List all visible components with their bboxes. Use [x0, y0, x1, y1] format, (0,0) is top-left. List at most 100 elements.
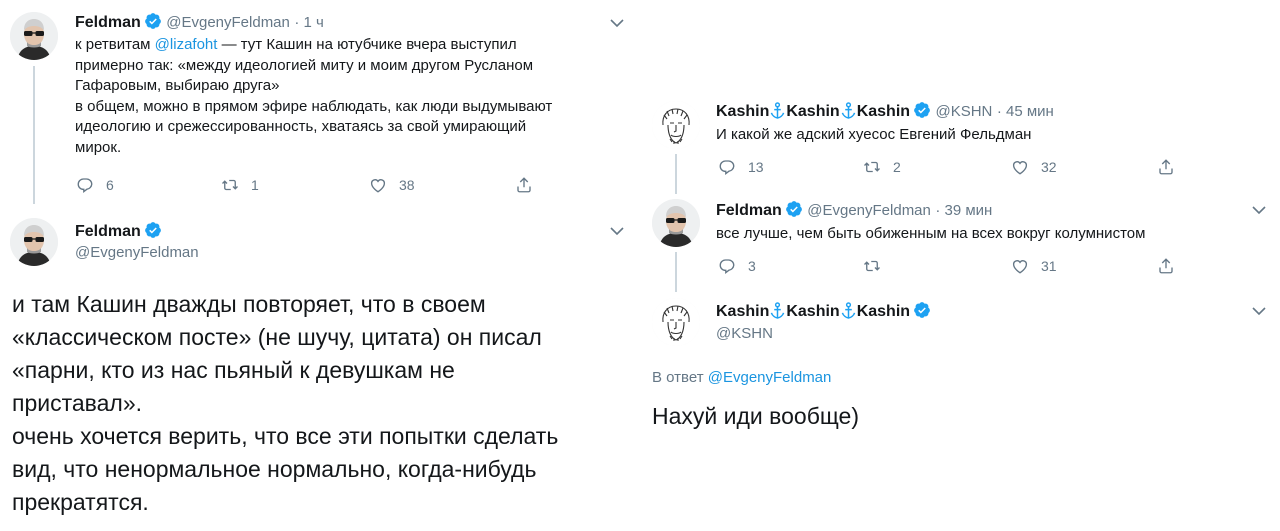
share-icon: [515, 176, 533, 194]
heart-icon: [1011, 257, 1029, 275]
left-screenshot: Feldman @EvgenyFeldman · 1 ч к ретвитам …: [0, 0, 640, 531]
retweet-button[interactable]: [863, 257, 1011, 275]
heart-icon: [1011, 158, 1029, 176]
reply-count: 6: [106, 177, 114, 193]
retweet-button[interactable]: 1: [221, 176, 369, 194]
anchor-icon: [770, 102, 785, 119]
author-name[interactable]: Feldman: [75, 223, 141, 240]
like-button[interactable]: 31: [1011, 257, 1157, 275]
chevron-down-icon[interactable]: [1252, 306, 1266, 316]
retweet-button[interactable]: 2: [863, 158, 1011, 176]
share-icon: [1157, 158, 1175, 176]
retweet-icon: [221, 176, 239, 194]
like-count: 38: [399, 177, 415, 193]
tweet-actions: 13 2 32: [718, 158, 1188, 176]
right-screenshot: Kashin Kashin Kashin @KSHN · 45 мин И како…: [640, 0, 1280, 531]
retweet-icon: [863, 257, 881, 275]
mention-link[interactable]: @lizafoht: [155, 36, 218, 53]
reply-button[interactable]: 3: [718, 257, 863, 275]
heart-icon: [369, 176, 387, 194]
tweet-text: все лучше, чем быть обиженным на всех во…: [716, 225, 1146, 242]
feldman-avatar[interactable]: [10, 12, 58, 60]
name-part: Kashin: [856, 303, 911, 320]
thread-line: [33, 66, 35, 204]
reply-icon: [718, 257, 736, 275]
reply-button[interactable]: 13: [718, 158, 863, 176]
text-line: Гафаровым, выбираю друга»: [75, 77, 280, 94]
tweet-header: Kashin Kashin Kashin @KSHN · 45 мин: [716, 101, 1054, 121]
author-handle[interactable]: @EvgenyFeldman: [75, 244, 199, 261]
name-part: Kashin: [856, 103, 911, 120]
text-line: приставал».: [12, 390, 143, 416]
tweet-text: к ретвитам @lizafoht — тут Кашин на ютуб…: [75, 35, 630, 158]
text-line: и там Кашин дважды повторяет, что в свое…: [12, 291, 486, 317]
chevron-down-icon[interactable]: [610, 18, 624, 28]
author-name[interactable]: Feldman: [716, 202, 782, 219]
author-handle[interactable]: @EvgenyFeldman: [166, 14, 290, 31]
share-icon: [1157, 257, 1175, 275]
retweet-count: 1: [251, 177, 259, 193]
text-line: «парни, кто из нас пьяный к девушкам не: [12, 357, 455, 383]
text-line: вид, что ненормальное нормально, когда-н…: [12, 456, 537, 482]
tweet-time[interactable]: · 39 мин: [935, 202, 992, 219]
name-part: Kashin: [786, 103, 840, 120]
feldman-avatar[interactable]: [652, 199, 700, 247]
share-button[interactable]: [515, 176, 545, 194]
text-line: очень хочется верить, что все эти попытк…: [12, 423, 559, 449]
reply-icon: [76, 176, 94, 194]
kashin-avatar[interactable]: [652, 101, 700, 149]
thread-line: [675, 154, 677, 194]
tweet-text-large: и там Кашин дважды повторяет, что в свое…: [12, 288, 637, 519]
author-name[interactable]: Feldman: [75, 14, 141, 31]
text-line: «классическом посте» (не шучу, цитата) о…: [12, 324, 542, 350]
author-handle[interactable]: @KSHN: [935, 103, 992, 120]
verified-icon: [913, 301, 931, 319]
tweet-time[interactable]: · 45 мин: [997, 103, 1054, 120]
tweet-text: И какой же адский хуесос Евгений Фельдма…: [716, 126, 1032, 143]
like-count: 31: [1041, 258, 1057, 274]
reply-button[interactable]: 6: [76, 176, 221, 194]
share-button[interactable]: [1157, 158, 1187, 176]
retweet-icon: [863, 158, 881, 176]
kashin-avatar[interactable]: [652, 298, 700, 346]
mention-link[interactable]: @EvgenyFeldman: [708, 369, 832, 386]
text-line: прекратятся.: [12, 489, 149, 515]
tweet-actions: 6 1 38: [76, 176, 546, 194]
reply-count: 3: [748, 258, 756, 274]
text-line: в общем, можно в прямом эфире наблюдать,…: [75, 97, 553, 115]
tweet-header: Feldman @EvgenyFeldman · 39 мин: [716, 200, 992, 220]
reply-count: 13: [748, 159, 764, 175]
anchor-icon: [841, 102, 856, 119]
tweet-actions: 3 31: [718, 257, 1188, 275]
verified-icon: [144, 221, 162, 239]
author-handle[interactable]: @KSHN: [716, 325, 931, 342]
verified-icon: [913, 101, 931, 119]
reply-to-label: В ответ: [652, 369, 708, 386]
anchor-icon: [770, 302, 785, 319]
tweet-header: Feldman @EvgenyFeldman · 1 ч: [75, 12, 324, 32]
chevron-down-icon[interactable]: [610, 226, 624, 236]
text-line: идеологию и срежессированность, хватаясь…: [75, 118, 527, 135]
chevron-down-icon[interactable]: [1252, 205, 1266, 215]
name-part: Kashin: [716, 303, 770, 320]
author-handle[interactable]: @EvgenyFeldman: [807, 202, 931, 219]
name-part: Kashin: [716, 103, 770, 120]
reply-to-line: В ответ @EvgenyFeldman: [652, 369, 831, 386]
text-line: мирок.: [75, 138, 122, 156]
thread-line: [675, 252, 677, 292]
text-segment: — тут Кашин на ютубчике вчера выступил: [217, 36, 517, 53]
tweet-time[interactable]: · 1 ч: [294, 14, 324, 31]
author-name[interactable]: Kashin Kashin Kashin: [716, 303, 910, 320]
like-button[interactable]: 38: [369, 176, 515, 194]
tweet-text-large: Нахуй иди вообще): [652, 403, 859, 429]
share-button[interactable]: [1157, 257, 1187, 275]
reply-icon: [718, 158, 736, 176]
anchor-icon: [841, 302, 856, 319]
feldman-avatar[interactable]: [10, 218, 58, 266]
text-segment: к ретвитам: [75, 36, 155, 53]
verified-icon: [144, 12, 162, 30]
like-button[interactable]: 32: [1011, 158, 1157, 176]
tweet-header: Feldman @EvgenyFeldman: [75, 221, 199, 261]
author-name[interactable]: Kashin Kashin Kashin: [716, 103, 910, 120]
name-part: Kashin: [786, 303, 840, 320]
